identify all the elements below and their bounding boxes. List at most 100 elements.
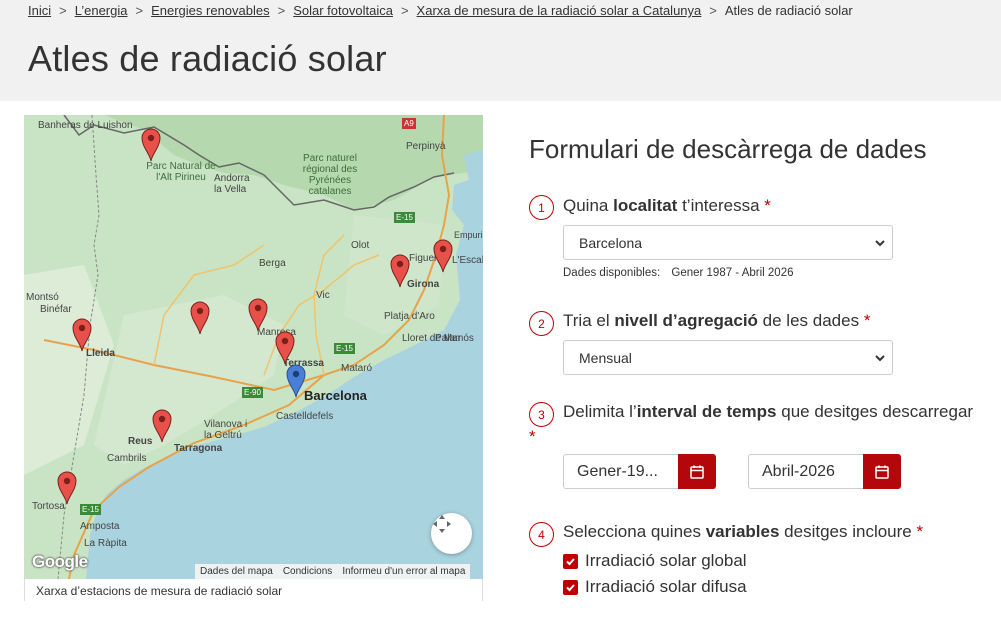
question-text: Delimita l’: [563, 402, 637, 421]
station-map[interactable]: Banheras de Luishon Parc Natural de l'Al…: [24, 115, 483, 579]
locality-select[interactable]: Barcelona: [563, 225, 893, 260]
question-text: Quina: [563, 196, 614, 215]
map-label-vic: Vic: [316, 290, 330, 301]
calendar-icon: [690, 465, 704, 479]
available-data-value: Gener 1987 - Abril 2026: [671, 267, 794, 279]
map-label-cambrils: Cambrils: [107, 453, 147, 464]
station-pin-icon[interactable]: [433, 239, 453, 273]
map-label-empuria: Empuriabrava: [454, 230, 483, 240]
question-time-interval: Delimita l’interval de temps que desitge…: [563, 402, 973, 422]
station-pin-icon[interactable]: [57, 471, 77, 505]
map-label-parc-pirineu: Parc Natural de l'Alt Pirineu: [146, 161, 216, 183]
form-title: Formulari de descàrrega de dades: [529, 134, 927, 164]
step-number-2: 2: [529, 311, 554, 336]
map-label-vilanova: Vilanova i la Geltrú: [204, 419, 248, 441]
selected-station-pin-icon[interactable]: [286, 364, 306, 398]
breadcrumb-link-renovables[interactable]: Energies renovables: [151, 3, 270, 18]
breadcrumb-separator: >: [135, 3, 144, 18]
map-label-platja: Platja d'Aro: [384, 311, 435, 322]
recenter-button[interactable]: [431, 513, 472, 554]
map-label-e15-c: E-15: [334, 343, 355, 354]
calendar-icon: [875, 465, 889, 479]
end-date-input[interactable]: Abril-2026: [748, 454, 864, 489]
map-terms-link[interactable]: Condicions: [278, 564, 337, 579]
map-data-link[interactable]: Dades del mapa: [195, 564, 278, 579]
variable-option-global[interactable]: Irradiació solar global: [563, 551, 747, 571]
page-header: Inici > L’energia > Energies renovables > Sola…: [0, 0, 1001, 101]
map-label-rapita: La Ràpita: [84, 538, 127, 549]
question-keyword: nivell d’agregació: [614, 311, 758, 330]
question-variables: Selecciona quines variables desitges inc…: [563, 522, 923, 542]
breadcrumb-link-inici[interactable]: Inici: [28, 3, 51, 18]
variable-option-diffuse[interactable]: Irradiació solar difusa: [563, 577, 747, 597]
map-label-a9: A9: [402, 118, 416, 129]
checkbox-checked[interactable]: [563, 553, 578, 569]
required-marker: *: [863, 311, 871, 330]
map-report-error-link[interactable]: Informeu d'un error al mapa: [337, 564, 470, 579]
question-text: Tria el: [563, 311, 615, 330]
available-data: Dades disponibles: Gener 1987 - Abril 20…: [563, 267, 793, 279]
available-data-label: Dades disponibles:: [563, 267, 661, 279]
breadcrumb-link-xarxa[interactable]: Xarxa de mesura de la radiació solar a C…: [417, 3, 702, 18]
google-logo: Google: [32, 552, 88, 571]
step-number-3: 3: [529, 402, 554, 427]
checkmark-icon: [566, 583, 575, 591]
map-label-binefar: Binéfar: [40, 304, 72, 315]
map-label-barcelona: Barcelona: [304, 388, 367, 403]
station-pin-icon[interactable]: [248, 298, 268, 332]
aggregation-select[interactable]: Mensual: [563, 340, 893, 375]
end-date-calendar-button[interactable]: [863, 454, 901, 489]
map-label-perpinya: Perpinyà: [406, 141, 446, 152]
station-pin-icon[interactable]: [152, 409, 172, 443]
map-label-e15-s: E-15: [80, 504, 101, 515]
aggregation-select-value: Mensual: [579, 349, 632, 366]
checkbox-checked[interactable]: [563, 579, 578, 595]
required-marker: *: [916, 522, 924, 541]
question-text: t’interessa: [677, 196, 760, 215]
breadcrumb-separator: >: [59, 3, 67, 18]
chevron-down-icon: [875, 240, 885, 247]
map-label-castelldefels: Castelldefels: [276, 411, 334, 422]
map-caption: Xarxa d’estacions de mesura de radiació …: [24, 579, 483, 601]
map-label-lloret: Lloret de Mar: [402, 333, 461, 344]
page-title: Atles de radiació solar: [28, 38, 387, 79]
start-date-input[interactable]: Gener-19...: [563, 454, 679, 489]
map-label-parc-pyrenees: Parc naturel régional des Pyrénées catal…: [302, 153, 358, 197]
question-aggregation: Tria el nivell d’agregació de les dades …: [563, 311, 870, 331]
question-text: de les dades: [757, 311, 860, 330]
station-pin-icon[interactable]: [141, 128, 161, 162]
station-pin-icon[interactable]: [275, 331, 295, 365]
station-pin-icon[interactable]: [72, 318, 92, 352]
step-number-4: 4: [529, 522, 554, 547]
map-label-reus: Reus: [128, 436, 153, 447]
map-label-olot: Olot: [351, 240, 370, 251]
question-keyword: variables: [705, 522, 780, 541]
breadcrumb-separator: >: [277, 3, 286, 18]
breadcrumb-link-energia[interactable]: L’energia: [75, 3, 128, 18]
map-label-berga: Berga: [259, 258, 286, 269]
map-label-mataro: Mataró: [341, 363, 373, 374]
breadcrumb-link-fotovoltaica[interactable]: Solar fotovoltaica: [293, 3, 393, 18]
breadcrumb-current: Atles de radiació solar: [724, 3, 853, 18]
map-label-amposta: Amposta: [80, 521, 120, 532]
question-text: Selecciona quines: [563, 522, 706, 541]
map-footer: Dades del mapa Condicions Informeu d'un …: [195, 564, 471, 579]
checkmark-icon: [566, 557, 575, 565]
checkbox-label: Irradiació solar difusa: [585, 577, 747, 596]
station-pin-icon[interactable]: [190, 301, 210, 335]
map-label-andorra: Andorra la Vella: [214, 173, 250, 195]
question-text: que desitges descarregar: [776, 402, 974, 421]
locality-select-value: Barcelona: [579, 234, 643, 251]
checkbox-label: Irradiació solar global: [585, 551, 747, 570]
map-label-tarragona: Tarragona: [174, 443, 223, 454]
map-label-montso: Montsó: [26, 292, 59, 303]
chevron-down-icon: [875, 355, 885, 362]
station-pin-icon[interactable]: [390, 254, 410, 288]
question-text: desitges incloure: [779, 522, 912, 541]
question-keyword: localitat: [613, 196, 678, 215]
question-keyword: interval de temps: [636, 402, 777, 421]
question-locality: Quina localitat t’interessa *: [563, 196, 771, 216]
start-date-calendar-button[interactable]: [678, 454, 716, 489]
map-label-e90: E-90: [242, 387, 263, 398]
map-label-e15-n: E-15: [394, 212, 415, 223]
